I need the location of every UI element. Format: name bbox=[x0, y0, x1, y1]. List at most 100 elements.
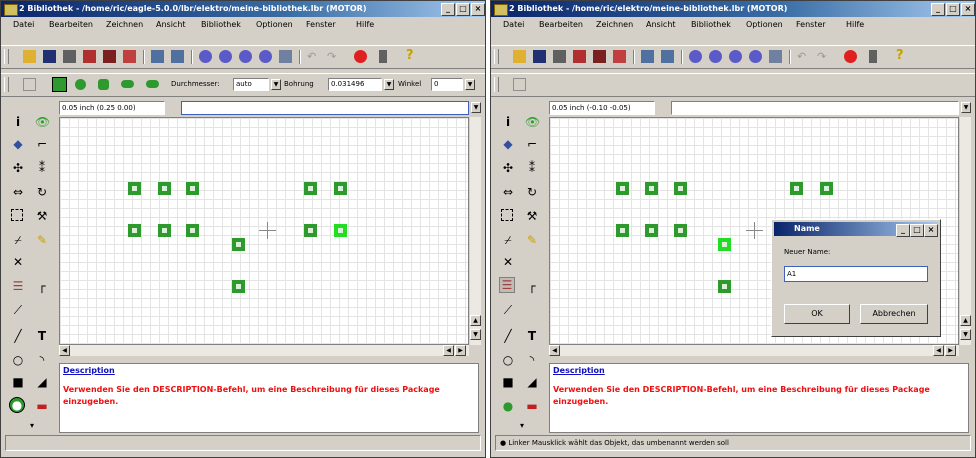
menu-datei[interactable]: Datei bbox=[13, 20, 34, 29]
more-tools-icon[interactable]: ▾ bbox=[25, 419, 39, 433]
pad-tool-icon[interactable]: ● bbox=[501, 399, 515, 413]
more-tools-icon[interactable]: ▾ bbox=[515, 419, 529, 433]
mark-icon[interactable]: ⌐ bbox=[35, 137, 49, 151]
left-drawing-canvas[interactable] bbox=[59, 117, 469, 345]
circle-icon[interactable]: ○ bbox=[501, 353, 515, 367]
show-icon[interactable]: 👁 bbox=[525, 115, 540, 129]
pad[interactable] bbox=[304, 224, 317, 237]
cancel-button[interactable]: Abbrechen bbox=[860, 304, 928, 324]
menu-optionen[interactable]: Optionen bbox=[746, 20, 783, 29]
dialog-minimize-button[interactable]: _ bbox=[896, 224, 910, 237]
close-button[interactable]: × bbox=[961, 3, 975, 16]
pad[interactable] bbox=[790, 182, 803, 195]
horizontal-scrollbar[interactable]: ◀ ◀ ▶ bbox=[549, 345, 959, 356]
group-icon[interactable] bbox=[501, 209, 513, 221]
change-icon[interactable]: ⚒ bbox=[525, 209, 539, 223]
arc-icon[interactable]: ◝ bbox=[525, 353, 539, 367]
menu-bearbeiten[interactable]: Bearbeiten bbox=[539, 20, 583, 29]
bohrung-dropdown-icon[interactable]: ▼ bbox=[384, 79, 394, 90]
save-icon[interactable] bbox=[533, 50, 546, 63]
menu-datei[interactable]: Datei bbox=[503, 20, 524, 29]
zoom-redraw-icon[interactable] bbox=[749, 50, 762, 63]
dialog-maximize-button[interactable]: □ bbox=[910, 224, 924, 237]
bohrung-select[interactable]: 0.031496 bbox=[328, 78, 382, 91]
minimize-button[interactable]: _ bbox=[441, 3, 455, 16]
paste-icon[interactable]: ✎ bbox=[525, 233, 539, 247]
split-icon[interactable]: ⌿ bbox=[11, 233, 25, 247]
copy-icon[interactable]: ⁑ bbox=[35, 161, 49, 175]
zoom-redraw-icon[interactable] bbox=[259, 50, 272, 63]
pad-round-icon[interactable] bbox=[75, 79, 86, 90]
undo-icon[interactable]: ↶ bbox=[307, 50, 320, 63]
zoom-fit-icon[interactable] bbox=[689, 50, 702, 63]
maximize-button[interactable]: □ bbox=[456, 3, 470, 16]
zoom-out-icon[interactable] bbox=[729, 50, 742, 63]
menu-hilfe[interactable]: Hilfe bbox=[846, 20, 864, 29]
pad[interactable] bbox=[186, 224, 199, 237]
placeholder-icon[interactable] bbox=[23, 78, 36, 91]
smd-tool-icon[interactable]: ▬ bbox=[525, 399, 539, 413]
board-icon[interactable] bbox=[103, 50, 116, 63]
rotate-icon[interactable]: ↻ bbox=[525, 185, 539, 199]
rect-icon[interactable]: ■ bbox=[11, 375, 25, 389]
pad[interactable] bbox=[674, 182, 687, 195]
show-icon[interactable]: 👁 bbox=[35, 115, 50, 129]
vertical-scrollbar[interactable]: ▲ ▼ bbox=[960, 117, 971, 345]
cam-icon[interactable] bbox=[573, 50, 586, 63]
arc-icon[interactable]: ◝ bbox=[35, 353, 49, 367]
pad[interactable] bbox=[616, 182, 629, 195]
open-icon[interactable] bbox=[513, 50, 526, 63]
menu-fenster[interactable]: Fenster bbox=[796, 20, 826, 29]
group-icon[interactable] bbox=[11, 209, 23, 221]
mirror-icon[interactable]: ⇔ bbox=[11, 185, 25, 199]
pad[interactable] bbox=[186, 182, 199, 195]
menu-ansicht[interactable]: Ansicht bbox=[156, 20, 186, 29]
rotate-icon[interactable]: ↻ bbox=[35, 185, 49, 199]
pad-octagon-icon[interactable] bbox=[98, 79, 109, 90]
winkel-select[interactable]: 0 bbox=[431, 78, 463, 91]
grid-icon[interactable] bbox=[661, 50, 674, 63]
menu-hilfe[interactable]: Hilfe bbox=[356, 20, 374, 29]
zoom-select-icon[interactable] bbox=[769, 50, 782, 63]
help-icon[interactable]: ? bbox=[406, 49, 419, 63]
layer-icon[interactable] bbox=[151, 50, 164, 63]
horizontal-scrollbar[interactable]: ◀ ◀ ▶ bbox=[59, 345, 469, 356]
redo-icon[interactable]: ↷ bbox=[817, 50, 830, 63]
copy-icon[interactable]: ⁑ bbox=[525, 161, 539, 175]
undo-icon[interactable]: ↶ bbox=[797, 50, 810, 63]
open-icon[interactable] bbox=[23, 50, 36, 63]
stop-icon[interactable] bbox=[844, 50, 857, 63]
paste-icon[interactable]: ✎ bbox=[35, 233, 49, 247]
delete-icon[interactable]: ✕ bbox=[11, 255, 25, 269]
durchmesser-select[interactable]: auto bbox=[233, 78, 269, 91]
miter-icon[interactable]: ┌ bbox=[35, 279, 49, 293]
delete-icon[interactable]: ✕ bbox=[501, 255, 515, 269]
smash-icon[interactable]: ☰ bbox=[11, 279, 25, 293]
dialog-close-button[interactable]: × bbox=[924, 224, 938, 237]
description-link[interactable]: Description bbox=[553, 366, 605, 375]
menu-zeichnen[interactable]: Zeichnen bbox=[596, 20, 633, 29]
description-link[interactable]: Description bbox=[63, 366, 115, 375]
polygon-icon[interactable]: ◢ bbox=[525, 375, 539, 389]
move-icon[interactable]: ✣ bbox=[501, 161, 515, 175]
info-icon[interactable]: i bbox=[11, 115, 25, 129]
go-icon[interactable] bbox=[869, 50, 877, 63]
vertical-scrollbar[interactable]: ▲ ▼ bbox=[470, 117, 481, 345]
close-button[interactable]: × bbox=[471, 3, 485, 16]
toolbar-grip[interactable] bbox=[4, 49, 9, 64]
pad[interactable] bbox=[128, 182, 141, 195]
zoom-fit-icon[interactable] bbox=[199, 50, 212, 63]
zoom-select-icon[interactable] bbox=[279, 50, 292, 63]
pad[interactable] bbox=[232, 238, 245, 251]
script-icon[interactable] bbox=[613, 50, 626, 63]
minimize-button[interactable]: _ bbox=[931, 3, 945, 16]
zoom-out-icon[interactable] bbox=[239, 50, 252, 63]
layer-icon[interactable] bbox=[641, 50, 654, 63]
pad[interactable] bbox=[128, 224, 141, 237]
menu-ansicht[interactable]: Ansicht bbox=[646, 20, 676, 29]
menu-zeichnen[interactable]: Zeichnen bbox=[106, 20, 143, 29]
pad[interactable] bbox=[820, 182, 833, 195]
pad[interactable] bbox=[645, 182, 658, 195]
pad[interactable] bbox=[718, 280, 731, 293]
pad[interactable] bbox=[674, 224, 687, 237]
